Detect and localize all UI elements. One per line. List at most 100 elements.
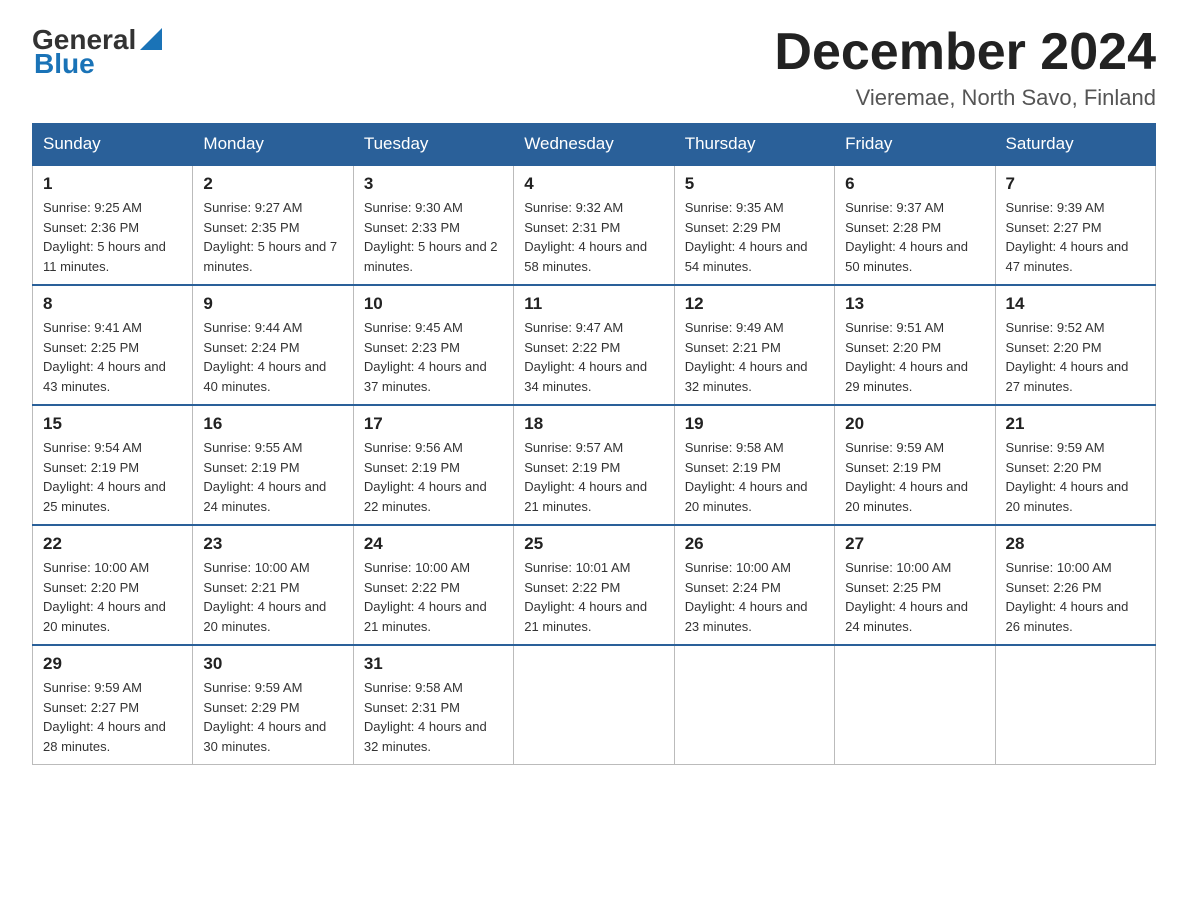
- day-info: Sunrise: 9:57 AMSunset: 2:19 PMDaylight:…: [524, 438, 663, 516]
- calendar-cell: [514, 645, 674, 765]
- day-info: Sunrise: 9:55 AMSunset: 2:19 PMDaylight:…: [203, 438, 342, 516]
- weekday-header-sunday: Sunday: [33, 124, 193, 166]
- calendar-cell: 27 Sunrise: 10:00 AMSunset: 2:25 PMDayli…: [835, 525, 995, 645]
- week-row-2: 8 Sunrise: 9:41 AMSunset: 2:25 PMDayligh…: [33, 285, 1156, 405]
- calendar-cell: 15 Sunrise: 9:54 AMSunset: 2:19 PMDaylig…: [33, 405, 193, 525]
- day-number: 29: [43, 654, 182, 674]
- weekday-header-thursday: Thursday: [674, 124, 834, 166]
- day-info: Sunrise: 9:59 AMSunset: 2:19 PMDaylight:…: [845, 438, 984, 516]
- day-number: 27: [845, 534, 984, 554]
- calendar-cell: 29 Sunrise: 9:59 AMSunset: 2:27 PMDaylig…: [33, 645, 193, 765]
- day-info: Sunrise: 9:44 AMSunset: 2:24 PMDaylight:…: [203, 318, 342, 396]
- title-block: December 2024 Vieremae, North Savo, Finl…: [774, 24, 1156, 111]
- calendar-cell: 5 Sunrise: 9:35 AMSunset: 2:29 PMDayligh…: [674, 165, 834, 285]
- calendar-cell: 30 Sunrise: 9:59 AMSunset: 2:29 PMDaylig…: [193, 645, 353, 765]
- calendar-cell: 6 Sunrise: 9:37 AMSunset: 2:28 PMDayligh…: [835, 165, 995, 285]
- calendar-subtitle: Vieremae, North Savo, Finland: [774, 85, 1156, 111]
- day-info: Sunrise: 9:32 AMSunset: 2:31 PMDaylight:…: [524, 198, 663, 276]
- day-number: 15: [43, 414, 182, 434]
- calendar-cell: 18 Sunrise: 9:57 AMSunset: 2:19 PMDaylig…: [514, 405, 674, 525]
- day-info: Sunrise: 10:00 AMSunset: 2:20 PMDaylight…: [43, 558, 182, 636]
- calendar-cell: [674, 645, 834, 765]
- day-number: 9: [203, 294, 342, 314]
- calendar-cell: 25 Sunrise: 10:01 AMSunset: 2:22 PMDayli…: [514, 525, 674, 645]
- day-number: 3: [364, 174, 503, 194]
- day-info: Sunrise: 9:56 AMSunset: 2:19 PMDaylight:…: [364, 438, 503, 516]
- calendar-cell: 4 Sunrise: 9:32 AMSunset: 2:31 PMDayligh…: [514, 165, 674, 285]
- day-number: 1: [43, 174, 182, 194]
- week-row-4: 22 Sunrise: 10:00 AMSunset: 2:20 PMDayli…: [33, 525, 1156, 645]
- day-number: 18: [524, 414, 663, 434]
- day-info: Sunrise: 10:00 AMSunset: 2:21 PMDaylight…: [203, 558, 342, 636]
- calendar-cell: 3 Sunrise: 9:30 AMSunset: 2:33 PMDayligh…: [353, 165, 513, 285]
- day-number: 21: [1006, 414, 1145, 434]
- calendar-cell: 23 Sunrise: 10:00 AMSunset: 2:21 PMDayli…: [193, 525, 353, 645]
- day-info: Sunrise: 9:59 AMSunset: 2:27 PMDaylight:…: [43, 678, 182, 756]
- day-info: Sunrise: 9:49 AMSunset: 2:21 PMDaylight:…: [685, 318, 824, 396]
- calendar-cell: 14 Sunrise: 9:52 AMSunset: 2:20 PMDaylig…: [995, 285, 1155, 405]
- calendar-cell: 24 Sunrise: 10:00 AMSunset: 2:22 PMDayli…: [353, 525, 513, 645]
- day-info: Sunrise: 9:37 AMSunset: 2:28 PMDaylight:…: [845, 198, 984, 276]
- weekday-header-row: SundayMondayTuesdayWednesdayThursdayFrid…: [33, 124, 1156, 166]
- calendar-cell: 22 Sunrise: 10:00 AMSunset: 2:20 PMDayli…: [33, 525, 193, 645]
- calendar-cell: 21 Sunrise: 9:59 AMSunset: 2:20 PMDaylig…: [995, 405, 1155, 525]
- day-number: 14: [1006, 294, 1145, 314]
- logo-blue-text: Blue: [32, 48, 95, 80]
- day-number: 6: [845, 174, 984, 194]
- calendar-cell: 8 Sunrise: 9:41 AMSunset: 2:25 PMDayligh…: [33, 285, 193, 405]
- calendar-cell: 2 Sunrise: 9:27 AMSunset: 2:35 PMDayligh…: [193, 165, 353, 285]
- calendar-cell: 9 Sunrise: 9:44 AMSunset: 2:24 PMDayligh…: [193, 285, 353, 405]
- day-info: Sunrise: 9:41 AMSunset: 2:25 PMDaylight:…: [43, 318, 182, 396]
- calendar-cell: 31 Sunrise: 9:58 AMSunset: 2:31 PMDaylig…: [353, 645, 513, 765]
- calendar-cell: 19 Sunrise: 9:58 AMSunset: 2:19 PMDaylig…: [674, 405, 834, 525]
- day-number: 2: [203, 174, 342, 194]
- day-number: 4: [524, 174, 663, 194]
- day-number: 7: [1006, 174, 1145, 194]
- day-info: Sunrise: 9:52 AMSunset: 2:20 PMDaylight:…: [1006, 318, 1145, 396]
- day-number: 12: [685, 294, 824, 314]
- day-info: Sunrise: 9:58 AMSunset: 2:31 PMDaylight:…: [364, 678, 503, 756]
- weekday-header-saturday: Saturday: [995, 124, 1155, 166]
- day-info: Sunrise: 9:59 AMSunset: 2:20 PMDaylight:…: [1006, 438, 1145, 516]
- calendar-cell: [835, 645, 995, 765]
- day-number: 19: [685, 414, 824, 434]
- page-header: General Blue December 2024 Vieremae, Nor…: [32, 24, 1156, 111]
- calendar-cell: 17 Sunrise: 9:56 AMSunset: 2:19 PMDaylig…: [353, 405, 513, 525]
- day-number: 28: [1006, 534, 1145, 554]
- day-number: 24: [364, 534, 503, 554]
- calendar-cell: 28 Sunrise: 10:00 AMSunset: 2:26 PMDayli…: [995, 525, 1155, 645]
- day-number: 10: [364, 294, 503, 314]
- day-info: Sunrise: 10:00 AMSunset: 2:26 PMDaylight…: [1006, 558, 1145, 636]
- week-row-3: 15 Sunrise: 9:54 AMSunset: 2:19 PMDaylig…: [33, 405, 1156, 525]
- calendar-cell: 26 Sunrise: 10:00 AMSunset: 2:24 PMDayli…: [674, 525, 834, 645]
- calendar-cell: 1 Sunrise: 9:25 AMSunset: 2:36 PMDayligh…: [33, 165, 193, 285]
- week-row-1: 1 Sunrise: 9:25 AMSunset: 2:36 PMDayligh…: [33, 165, 1156, 285]
- day-info: Sunrise: 9:30 AMSunset: 2:33 PMDaylight:…: [364, 198, 503, 276]
- day-number: 30: [203, 654, 342, 674]
- day-info: Sunrise: 9:35 AMSunset: 2:29 PMDaylight:…: [685, 198, 824, 276]
- day-number: 8: [43, 294, 182, 314]
- day-number: 22: [43, 534, 182, 554]
- calendar-cell: 16 Sunrise: 9:55 AMSunset: 2:19 PMDaylig…: [193, 405, 353, 525]
- day-number: 16: [203, 414, 342, 434]
- calendar-cell: 12 Sunrise: 9:49 AMSunset: 2:21 PMDaylig…: [674, 285, 834, 405]
- day-number: 31: [364, 654, 503, 674]
- day-info: Sunrise: 9:51 AMSunset: 2:20 PMDaylight:…: [845, 318, 984, 396]
- calendar-cell: 10 Sunrise: 9:45 AMSunset: 2:23 PMDaylig…: [353, 285, 513, 405]
- calendar-cell: 11 Sunrise: 9:47 AMSunset: 2:22 PMDaylig…: [514, 285, 674, 405]
- day-number: 26: [685, 534, 824, 554]
- day-info: Sunrise: 9:59 AMSunset: 2:29 PMDaylight:…: [203, 678, 342, 756]
- day-info: Sunrise: 10:00 AMSunset: 2:24 PMDaylight…: [685, 558, 824, 636]
- day-info: Sunrise: 10:01 AMSunset: 2:22 PMDaylight…: [524, 558, 663, 636]
- week-row-5: 29 Sunrise: 9:59 AMSunset: 2:27 PMDaylig…: [33, 645, 1156, 765]
- day-number: 23: [203, 534, 342, 554]
- day-info: Sunrise: 9:25 AMSunset: 2:36 PMDaylight:…: [43, 198, 182, 276]
- day-info: Sunrise: 9:58 AMSunset: 2:19 PMDaylight:…: [685, 438, 824, 516]
- weekday-header-friday: Friday: [835, 124, 995, 166]
- day-info: Sunrise: 10:00 AMSunset: 2:22 PMDaylight…: [364, 558, 503, 636]
- day-number: 20: [845, 414, 984, 434]
- day-info: Sunrise: 9:27 AMSunset: 2:35 PMDaylight:…: [203, 198, 342, 276]
- calendar-cell: 7 Sunrise: 9:39 AMSunset: 2:27 PMDayligh…: [995, 165, 1155, 285]
- day-number: 5: [685, 174, 824, 194]
- weekday-header-tuesday: Tuesday: [353, 124, 513, 166]
